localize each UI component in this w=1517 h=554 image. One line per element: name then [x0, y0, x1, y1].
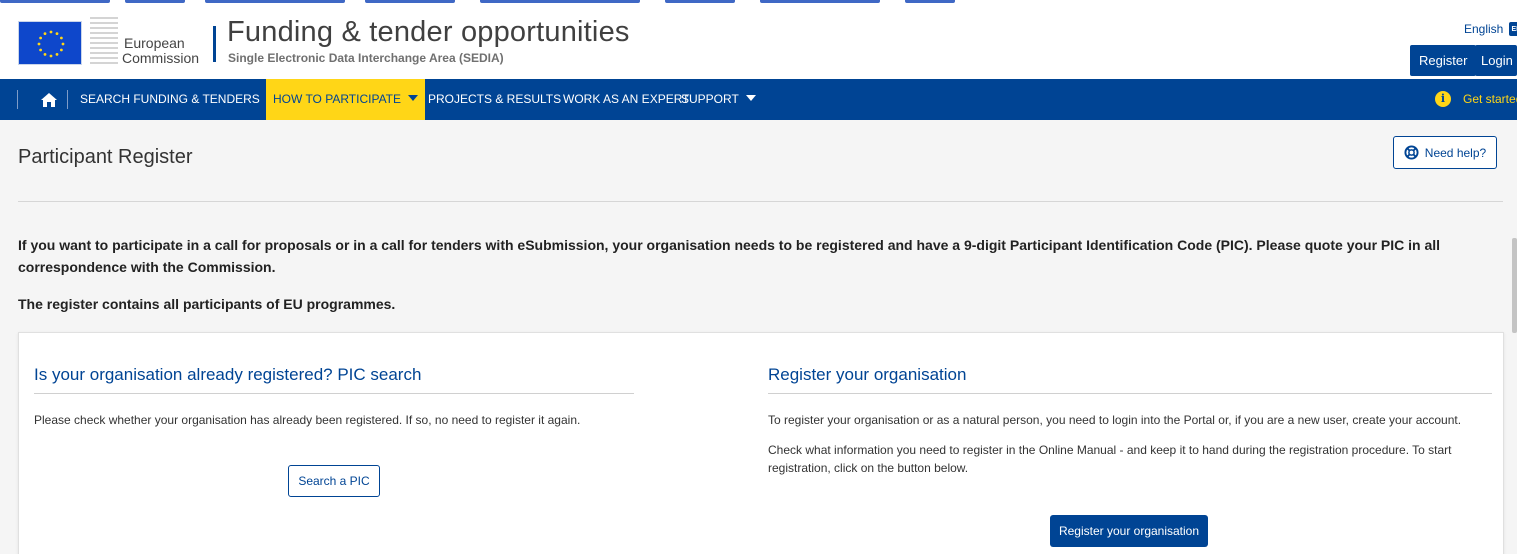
- site-header: European Commission Funding & tender opp…: [0, 4, 1517, 79]
- login-button[interactable]: Login: [1475, 45, 1517, 76]
- scrollbar[interactable]: [1512, 238, 1517, 333]
- registration-card: Is your organisation already registered?…: [18, 332, 1504, 554]
- nav-separator: [17, 90, 18, 109]
- header-divider: [213, 26, 216, 62]
- need-help-label: Need help?: [1424, 145, 1487, 160]
- nav-label: SUPPORT: [681, 92, 739, 106]
- logo-text-line1: European: [124, 35, 185, 51]
- pic-search-text: Please check whether your organisation h…: [34, 413, 581, 427]
- nav-support[interactable]: SUPPORT: [674, 79, 763, 120]
- european-commission-logo[interactable]: European Commission: [18, 14, 208, 70]
- site-title[interactable]: Funding & tender opportunities: [227, 16, 630, 49]
- main-navigation: SEARCH FUNDING & TENDERS HOW TO PARTICIP…: [0, 79, 1517, 120]
- eu-flag-icon: [18, 21, 82, 65]
- intro-text: If you want to participate in a call for…: [18, 237, 1441, 275]
- register-button[interactable]: Register: [1410, 45, 1477, 76]
- site-subtitle: Single Electronic Data Interchange Area …: [228, 51, 504, 65]
- get-started-link[interactable]: i Get started: [1435, 91, 1517, 107]
- search-pic-button[interactable]: Search a PIC: [288, 465, 380, 497]
- caret-down-icon: [408, 95, 419, 101]
- logo-text: European Commission: [122, 36, 199, 66]
- pic-search-divider: [34, 393, 634, 394]
- register-org-instructions: Check what information you need to regis…: [768, 443, 1452, 475]
- title-divider: [18, 201, 1503, 202]
- nav-label: SEARCH FUNDING & TENDERS: [80, 92, 260, 106]
- language-label: English: [1464, 22, 1504, 36]
- language-selector[interactable]: English EN: [1464, 22, 1517, 36]
- register-org-divider: [768, 393, 1492, 394]
- get-started-label: Get started: [1463, 92, 1517, 106]
- register-org-text: To register your organisation or as a na…: [768, 413, 1462, 427]
- nav-how-to-participate[interactable]: HOW TO PARTICIPATE: [266, 79, 426, 120]
- nav-projects-results[interactable]: PROJECTS & RESULTS: [421, 79, 568, 120]
- nav-separator: [67, 90, 68, 109]
- nav-label: WORK AS AN EXPERT: [563, 92, 690, 106]
- logo-text-line2: Commission: [122, 50, 200, 66]
- home-icon[interactable]: [31, 79, 67, 120]
- nav-label: PROJECTS & RESULTS: [428, 92, 562, 106]
- register-org-title: Register your organisation: [768, 365, 967, 384]
- nav-label: HOW TO PARTICIPATE: [273, 92, 402, 106]
- info-icon: i: [1435, 91, 1451, 107]
- nav-search-funding-tenders[interactable]: SEARCH FUNDING & TENDERS: [73, 79, 284, 120]
- language-icon: EN: [1509, 22, 1517, 36]
- register-organisation-button[interactable]: Register your organisation: [1050, 515, 1208, 547]
- pic-search-title: Is your organisation already registered?…: [34, 365, 422, 384]
- logo-lines: [90, 17, 118, 69]
- lifebuoy-icon: [1404, 145, 1419, 160]
- page-title: Participant Register: [18, 146, 193, 168]
- need-help-button[interactable]: Need help?: [1393, 136, 1497, 169]
- caret-down-icon: [745, 95, 756, 101]
- intro-text-secondary: The register contains all participants o…: [18, 296, 396, 312]
